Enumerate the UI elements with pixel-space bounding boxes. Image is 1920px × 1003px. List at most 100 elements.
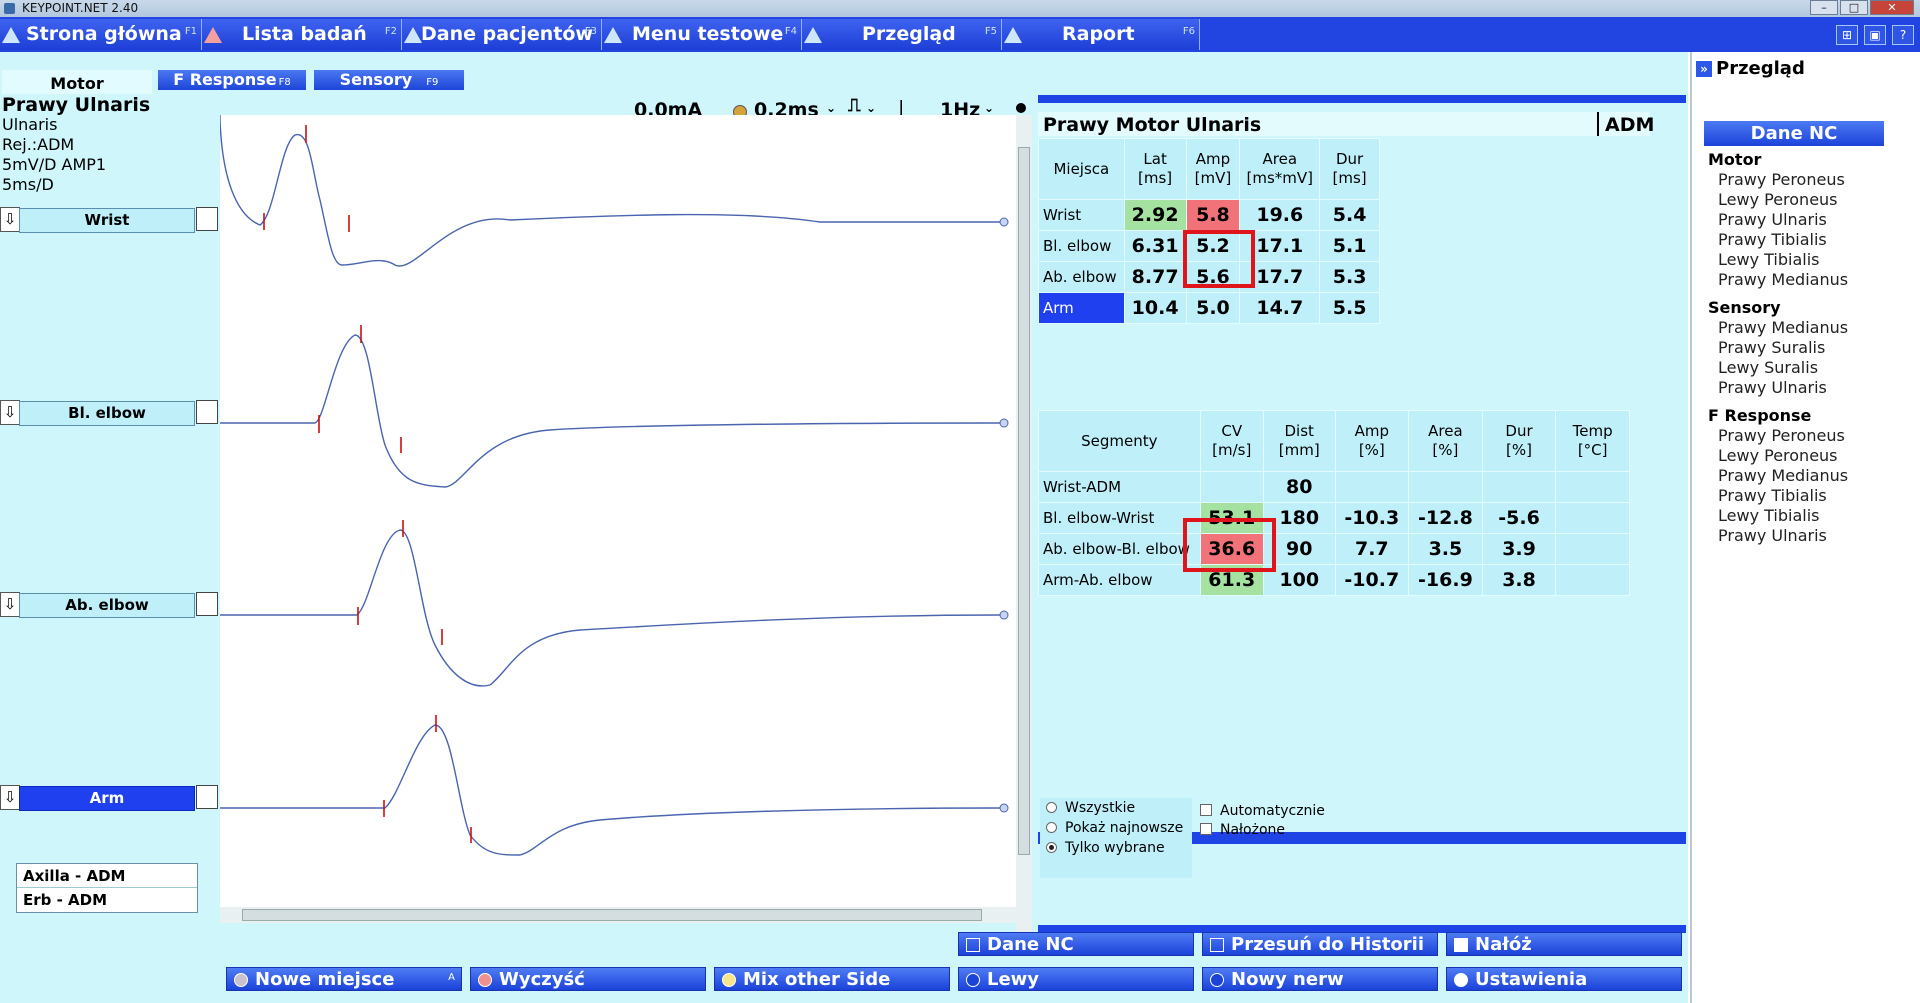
sidebar-item[interactable]: Lewy Peroneus [1718,190,1838,209]
trace-end-handle [999,418,1009,428]
sidebar-item[interactable]: Lewy Tibialis [1718,506,1819,525]
menu-tab-przeglad[interactable]: Przegląd F5 [802,19,1002,50]
main-area: Motor F Response F8 Sensory F9 Prawy Ulnar… [0,52,1688,1003]
tab-f-response[interactable]: F Response F8 [158,70,306,90]
horizontal-scrollbar[interactable] [220,907,1016,923]
square-icon [1454,938,1468,952]
radio-icon[interactable] [1046,822,1057,833]
down-arrow-icon[interactable]: ⇩ [0,400,20,425]
tab-sensory[interactable]: Sensory F9 [314,70,464,90]
sidebar-item[interactable]: Prawy Tibialis [1718,486,1827,505]
sidebar-item[interactable]: Prawy Medianus [1718,466,1848,485]
close-button[interactable]: ✕ [1870,0,1914,15]
table-row[interactable]: Ab. elbow-Bl. elbow 36.6 90 7.7 3.5 3.9 [1038,533,1630,565]
mix-other-side-button[interactable]: Mix other Side [714,967,950,991]
extra-site-item[interactable]: Erb - ADM [17,888,197,912]
site-button-bl-elbow[interactable]: ⇩ Bl. elbow [0,398,222,426]
trace-end-handle [999,803,1009,813]
help-icon[interactable]: ? [1892,25,1914,45]
checkbox-icon[interactable] [1200,823,1212,835]
down-arrow-icon[interactable]: ⇩ [0,785,20,810]
extra-site-item[interactable]: Axilla - ADM [17,864,197,888]
col-header: Amp [%] [1334,410,1410,472]
sidebar-item[interactable]: Prawy Ulnaris [1718,210,1827,229]
waveform-display[interactable] [219,115,1016,907]
sidebar-item[interactable]: Prawy Ulnaris [1718,526,1827,545]
sidebar-item[interactable]: Prawy Tibialis [1718,230,1827,249]
menu-tab-dane-pacjentow[interactable]: Dane pacjentów F3 [402,19,602,50]
table-row[interactable]: Arm 10.4 5.0 14.7 5.5 [1038,292,1380,324]
sidebar-item[interactable]: Prawy Ulnaris [1718,378,1827,397]
waveform-icon[interactable] [196,592,218,616]
minimize-button[interactable]: – [1810,0,1838,15]
radio-wszystkie[interactable]: Wszystkie [1040,798,1192,818]
radio-pokaz-najnowsze[interactable]: Pokaż najnowsze [1040,818,1192,838]
site-button-ab-elbow[interactable]: ⇩ Ab. elbow [0,590,222,618]
scroll-thumb[interactable] [242,909,982,921]
site-button-wrist[interactable]: ⇩ Wrist [0,205,222,233]
radio-icon[interactable] [1046,802,1057,813]
nowy-nerw-button[interactable]: Nowy nerw [1202,967,1438,991]
table-row[interactable]: Wrist 2.92 5.8 19.6 5.4 [1038,199,1380,231]
waveform-icon[interactable] [196,785,218,809]
sidebar-group-f-response: F Response [1708,406,1812,425]
sidebar-item[interactable]: Lewy Peroneus [1718,446,1838,465]
expand-chevron-icon[interactable]: » [1696,61,1712,77]
panel-muscle: ADM [1597,112,1654,136]
sidebar-item[interactable]: Prawy Medianus [1718,270,1848,289]
maximize-button[interactable]: □ [1840,0,1868,15]
table-row[interactable]: Arm-Ab. elbow 61.3 100 -10.7 -16.9 3.8 [1038,564,1630,596]
dropdown-arrow-icon[interactable]: ⌄ [826,101,836,115]
nowe-miejsce-button[interactable]: Nowe miejsce A [226,967,462,991]
recording-info: Prawy Ulnaris Ulnaris Rej.:ADM 5mV/D AMP… [2,94,151,194]
col-header: Dur [%] [1481,410,1557,472]
checkbox-icon[interactable] [1200,804,1212,816]
menu-tab-menu-testowe[interactable]: Menu testowe F4 [602,19,802,50]
sidebar-item[interactable]: Prawy Suralis [1718,338,1825,357]
tab-motor[interactable]: Motor [2,70,152,94]
highlight-box [1183,230,1255,288]
scroll-thumb[interactable] [1018,147,1030,855]
table-row[interactable]: Bl. elbow-Wrist 53.1 180 -10.3 -12.8 -5.… [1038,502,1630,534]
layout-icon[interactable]: ⊞ [1836,25,1858,45]
sidebar-item[interactable]: Lewy Tibialis [1718,250,1819,269]
review-sidebar: » Przegląd Dane NC Motor Prawy Peroneus L… [1690,52,1920,1003]
pulse-icon[interactable]: ⎍ [848,95,861,116]
ustawienia-button[interactable]: Ustawienia [1446,967,1682,991]
sidebar-item[interactable]: Lewy Suralis [1718,358,1818,377]
dane-nc-button[interactable]: Dane NC [958,932,1194,956]
window-icon[interactable]: ▣ [1864,25,1886,45]
down-arrow-icon[interactable]: ⇩ [0,592,20,617]
waveform-icon[interactable] [196,207,218,231]
triangle-icon [604,27,622,43]
circle-icon [966,973,980,987]
col-header: Area [ms*mV] [1239,138,1321,200]
przesun-do-historii-button[interactable]: Przesuń do Historii [1202,932,1438,956]
sidebar-item[interactable]: Prawy Peroneus [1718,426,1845,445]
site-button-arm[interactable]: ⇩ Arm [0,783,222,811]
triangle-icon [2,27,20,43]
down-arrow-icon[interactable]: ⇩ [0,207,20,232]
radio-icon[interactable] [1046,842,1057,853]
col-header: Lat [ms] [1123,138,1187,200]
wyczysc-button[interactable]: Wyczyść [470,967,706,991]
sidebar-item[interactable]: Prawy Peroneus [1718,170,1845,189]
waveform-icon[interactable] [196,400,218,424]
col-header: Segmenty [1038,410,1201,472]
table-row[interactable]: Wrist-ADM 80 [1038,471,1630,503]
lewy-button[interactable]: Lewy [958,967,1194,991]
history-radios: Wszystkie Pokaż najnowsze Tylko wybrane [1040,798,1192,878]
dropdown-arrow-icon[interactable]: ⌄ [866,101,876,115]
panel-header-bar [1038,95,1686,103]
menu-tab-strona-glowna[interactable]: Strona główna F1 [0,19,202,50]
vertical-scrollbar[interactable] [1016,115,1032,955]
menu-tab-lista-badan[interactable]: Lista badań F2 [202,19,402,50]
menu-tab-raport[interactable]: Raport F6 [1002,19,1200,50]
checkbox-automatycznie[interactable]: Automatycznie [1200,802,1325,821]
radio-tylko-wybrane[interactable]: Tylko wybrane [1040,838,1192,858]
dane-nc-header-button[interactable]: Dane NC [1704,121,1884,146]
dropdown-arrow-icon[interactable]: ⌄ [984,101,994,115]
sidebar-item[interactable]: Prawy Medianus [1718,318,1848,337]
checkbox-nalozone[interactable]: Nałożone [1200,821,1325,840]
naloz-button[interactable]: Nałóż [1446,932,1682,956]
